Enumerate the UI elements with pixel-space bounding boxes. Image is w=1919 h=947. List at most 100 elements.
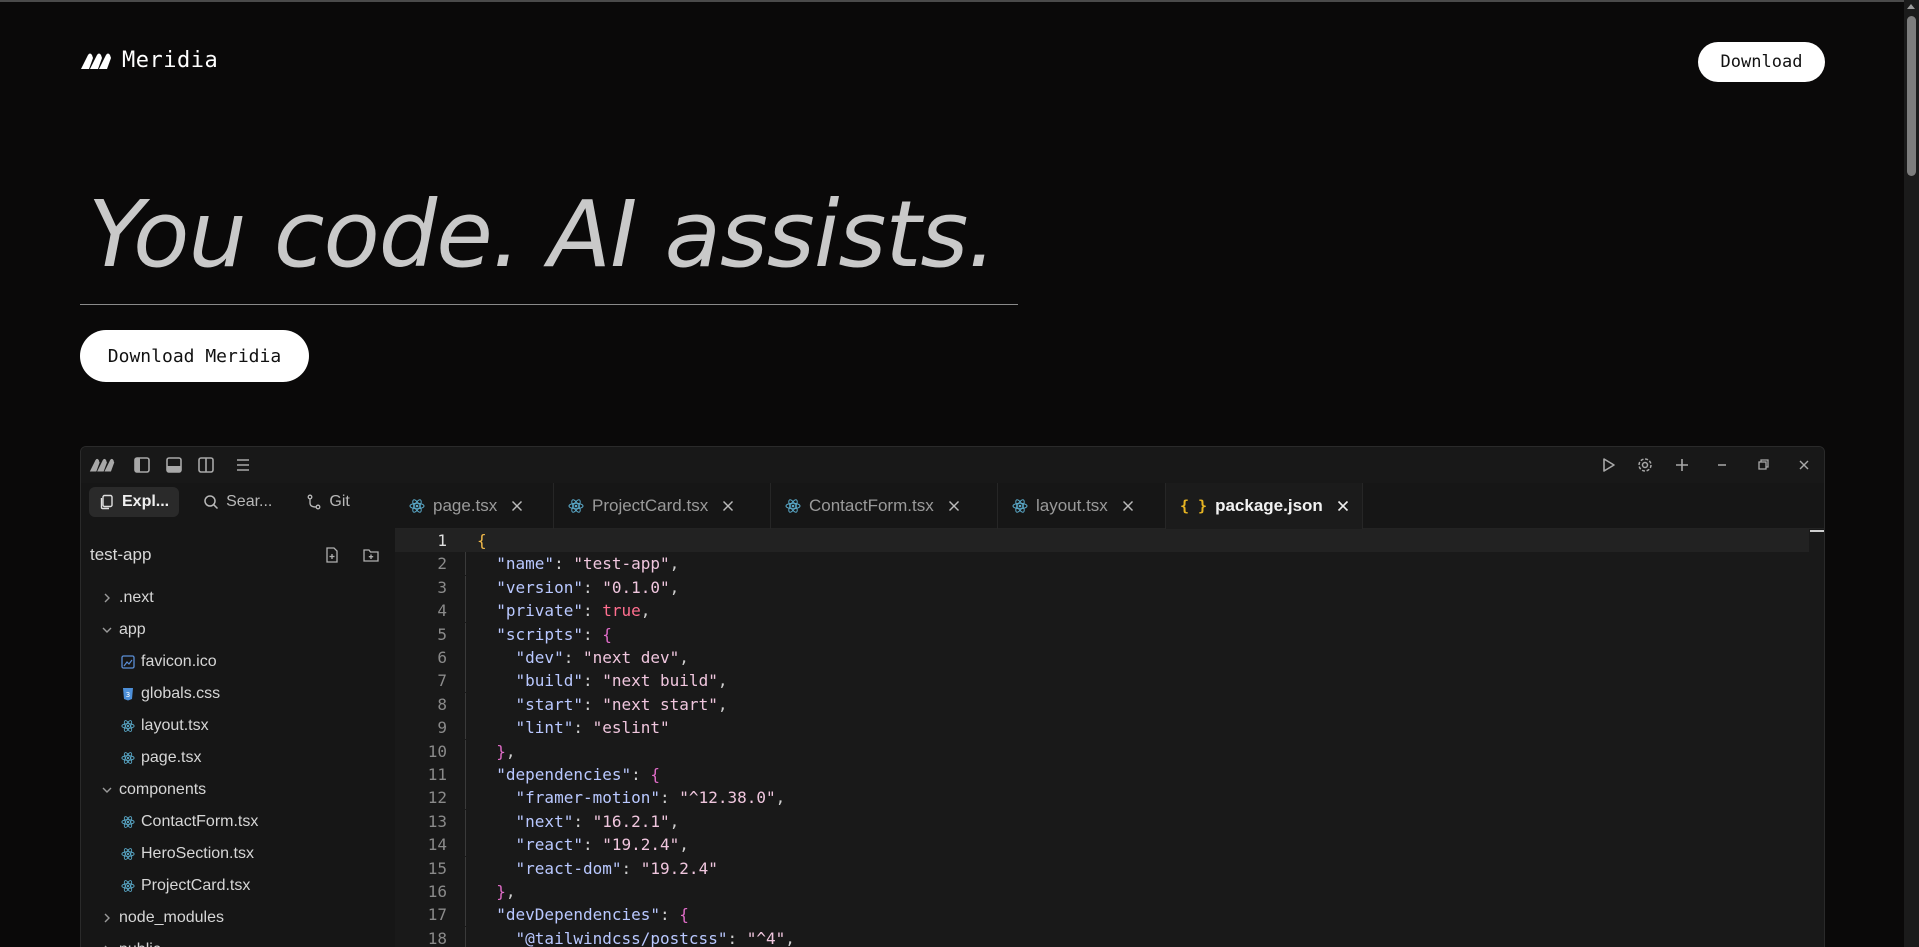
project-header[interactable]: test-app [90, 542, 385, 568]
tree-file-layout[interactable]: layout.tsx [121, 713, 209, 739]
tree-file-favicon[interactable]: favicon.ico [121, 649, 217, 675]
tab-contactform-tsx[interactable]: ContactForm.tsx [771, 483, 998, 529]
close-icon[interactable] [1337, 500, 1349, 512]
react-icon [121, 848, 135, 860]
code-token: "0.1.0" [602, 577, 670, 597]
line-number: 18 [427, 928, 447, 947]
code-text: "framer-motion": "^12.38.0", [477, 786, 786, 809]
add-icon[interactable] [1673, 456, 1691, 474]
code-line[interactable]: 15 "react-dom": "19.2.4" [395, 856, 1809, 880]
code-line[interactable]: 12 "framer-motion": "^12.38.0", [395, 786, 1809, 810]
code-line[interactable]: 4 "private": true, [395, 599, 1809, 623]
close-icon[interactable] [511, 500, 523, 512]
code-line[interactable]: 2 "name": "test-app", [395, 552, 1809, 576]
image-file-icon [121, 655, 135, 669]
code-line[interactable]: 17 "devDependencies": { [395, 903, 1809, 927]
code-token: : [582, 671, 603, 691]
code-line[interactable]: 9 "lint": "eslint" [395, 716, 1809, 740]
restore-icon[interactable] [1754, 456, 1772, 474]
code-token: : [563, 648, 583, 667]
toggle-right-panel-icon[interactable] [197, 456, 215, 474]
sidebar-tab-git[interactable]: Git [296, 487, 359, 517]
code-token: , [785, 928, 795, 947]
window-top-border [0, 0, 1919, 2]
tree-file-page[interactable]: page.tsx [121, 745, 201, 771]
close-icon[interactable] [722, 500, 734, 512]
sidebar-tab-explorer[interactable]: Expl... [89, 487, 180, 517]
tree-file-herosection[interactable]: HeroSection.tsx [121, 841, 254, 867]
code-editor[interactable]: 1{2 "name": "test-app", 3 "version": "0.1… [395, 529, 1824, 947]
indent-guide [465, 716, 466, 740]
indent-guide [465, 903, 466, 927]
file-explorer-sidebar: Expl... Sear... Git test-app .next app f… [81, 483, 395, 947]
line-number: 17 [427, 905, 447, 925]
scroll-up-arrow-icon[interactable] [1907, 4, 1915, 9]
page-scrollbar[interactable] [1904, 0, 1919, 947]
toggle-left-panel-icon[interactable] [133, 456, 151, 474]
code-line[interactable]: 7 "build": "next build", [395, 669, 1809, 693]
react-icon [1012, 499, 1028, 513]
code-token: "^4" [746, 928, 786, 947]
tree-file-contactform[interactable]: ContactForm.tsx [121, 809, 258, 835]
scrollbar-thumb[interactable] [1907, 16, 1916, 176]
code-token: { [477, 531, 487, 550]
download-meridia-button[interactable]: Download Meridia [80, 330, 309, 382]
close-window-icon[interactable] [1795, 456, 1813, 474]
line-number: 14 [427, 835, 447, 855]
react-icon [121, 816, 135, 828]
code-line[interactable]: 16 }, [395, 880, 1809, 903]
tree-file-globals-css[interactable]: 3 globals.css [121, 681, 220, 707]
code-text: "react-dom": "19.2.4" [477, 857, 718, 880]
code-token: "16.2.1" [592, 811, 670, 831]
tab-layout-tsx[interactable]: layout.tsx [998, 483, 1166, 529]
sidebar-tab-search[interactable]: Sear... [193, 487, 282, 517]
tree-folder-components[interactable]: components [101, 777, 206, 803]
code-line[interactable]: 10 }, [395, 739, 1809, 763]
code-line[interactable]: 11 "dependencies": { [395, 763, 1809, 786]
indent-guide [465, 575, 466, 599]
meridia-logo-icon [81, 53, 111, 69]
editor-window: Expl... Sear... Git test-app .next app f… [80, 446, 1825, 947]
landing-page: Meridia Download You code. AI assists. D… [0, 0, 1919, 947]
code-line[interactable]: 1{ [395, 529, 1809, 552]
new-folder-icon[interactable] [362, 546, 380, 564]
tree-folder-next[interactable]: .next [101, 585, 154, 611]
tab-projectcard-tsx[interactable]: ProjectCard.tsx [554, 483, 771, 529]
close-icon[interactable] [948, 500, 960, 512]
tab-page-tsx[interactable]: page.tsx [395, 483, 554, 529]
tab-package-json[interactable]: { } package.json [1166, 483, 1363, 529]
header-download-button[interactable]: Download [1698, 42, 1825, 82]
close-icon[interactable] [1122, 500, 1134, 512]
tree-folder-app[interactable]: app [101, 617, 146, 643]
code-line[interactable]: 14 "react": "19.2.4", [395, 833, 1809, 857]
new-file-icon[interactable] [323, 546, 341, 564]
code-text: "version": "0.1.0", [477, 576, 679, 599]
toggle-bottom-panel-icon[interactable] [165, 456, 183, 474]
indent-guide [465, 692, 466, 716]
code-line[interactable]: 6 "dev": "next dev", [395, 646, 1809, 669]
brand[interactable]: Meridia [80, 48, 218, 73]
code-line[interactable]: 13 "next": "16.2.1", [395, 809, 1809, 833]
code-token: "start" [515, 694, 583, 714]
code-line[interactable]: 3 "version": "0.1.0", [395, 575, 1809, 599]
indent-guide [465, 856, 466, 880]
run-icon[interactable] [1599, 456, 1617, 474]
menu-icon[interactable] [234, 456, 252, 474]
code-token: "build" [515, 671, 583, 691]
minimize-icon[interactable] [1713, 456, 1731, 474]
tree-file-projectcard[interactable]: ProjectCard.tsx [121, 873, 250, 899]
editor-titlebar [81, 447, 1824, 483]
code-token: "test-app" [573, 554, 670, 574]
tab-label: ContactForm.tsx [809, 496, 934, 515]
settings-gear-icon[interactable] [1636, 456, 1654, 474]
code-line[interactable]: 18 "@tailwindcss/postcss": "^4", [395, 926, 1809, 947]
tree-item-label: app [119, 621, 146, 638]
code-line[interactable]: 5 "scripts": { [395, 622, 1809, 646]
tree-folder-node-modules[interactable]: node_modules [101, 905, 224, 931]
code-line[interactable]: 8 "start": "next start", [395, 692, 1809, 716]
code-token: "next start" [602, 694, 718, 714]
tree-folder-public[interactable]: public [101, 937, 161, 947]
